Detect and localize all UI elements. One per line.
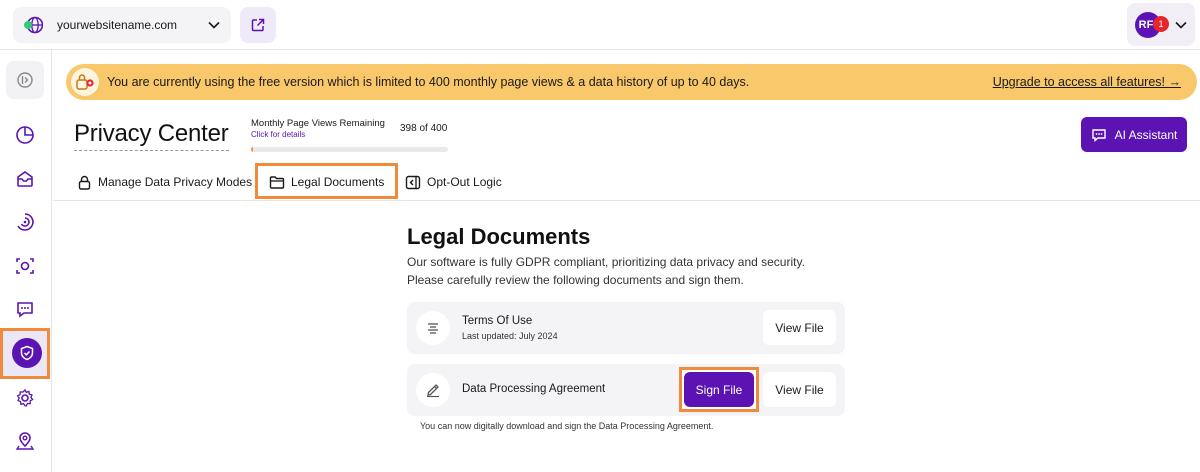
sidebar	[0, 50, 52, 472]
document-last-updated: Last updated: July 2024	[462, 331, 558, 341]
section-description: Our software is fully GDPR compliant, pr…	[407, 255, 805, 287]
settings-icon	[16, 388, 34, 407]
view-file-button[interactable]: View File	[763, 310, 836, 345]
document-title: Data Processing Agreement	[462, 383, 606, 395]
document-card-data-processing-agreement: Data Processing Agreement View File	[407, 364, 845, 416]
sidebar-item-location[interactable]	[14, 430, 36, 452]
tabs-divider	[53, 200, 1200, 201]
tab-label: Legal Documents	[291, 175, 385, 189]
inbox-icon	[17, 171, 33, 187]
sidebar-item-settings[interactable]	[14, 387, 36, 409]
tab-label: Manage Data Privacy Modes	[98, 175, 253, 189]
sidebar-item-analytics[interactable]	[14, 211, 36, 233]
website-selector[interactable]: yourwebsitename.com	[13, 7, 231, 43]
scan-icon	[16, 258, 34, 274]
collapse-icon	[17, 72, 33, 88]
opt-out-icon	[405, 175, 421, 189]
notification-badge: 1	[1153, 16, 1169, 32]
lock-icon	[78, 175, 91, 190]
sign-file-button[interactable]: Sign File	[684, 372, 754, 407]
sidebar-item-scan[interactable]	[14, 255, 36, 277]
section-title: Legal Documents	[407, 224, 591, 249]
tab-manage-data-privacy-modes[interactable]: Manage Data Privacy Modes	[77, 168, 252, 196]
upgrade-link[interactable]: Upgrade to access all features! →	[993, 75, 1181, 89]
sidebar-item-privacy[interactable]	[0, 328, 50, 379]
chat-icon	[1091, 128, 1106, 142]
sign-file-highlight: Sign File	[679, 367, 759, 412]
sidebar-item-inbox[interactable]	[14, 168, 36, 190]
user-menu[interactable]: RF 1	[1127, 3, 1195, 46]
location-icon	[15, 432, 35, 450]
sidebar-item-chat[interactable]	[14, 298, 36, 320]
banner-message: You are currently using the free version…	[107, 75, 750, 89]
page-views-details-link[interactable]: Click for details	[251, 130, 305, 139]
tab-label: Opt-Out Logic	[427, 175, 502, 189]
ai-assistant-button[interactable]: AI Assistant	[1081, 117, 1187, 152]
external-link-icon	[251, 18, 265, 32]
app-root: yourwebsitename.com RF 1 You are current…	[0, 0, 1200, 472]
free-version-banner: You are currently using the free version…	[66, 64, 1197, 100]
view-file-button[interactable]: View File	[763, 372, 836, 407]
privacy-nav-button[interactable]	[12, 338, 42, 368]
text-lines-icon	[428, 323, 438, 334]
privacy-shield-icon	[20, 345, 34, 361]
globe-icon	[24, 16, 43, 34]
document-icon-badge	[416, 373, 450, 407]
sign-note: You can now digitally download and sign …	[420, 421, 714, 431]
chat-icon	[17, 302, 33, 318]
page-views-label: Monthly Page Views Remaining	[251, 118, 385, 129]
page-views-count: 398 of 400	[400, 123, 448, 134]
open-website-button[interactable]	[240, 7, 276, 43]
chevron-down-icon	[1175, 21, 1187, 29]
page-views-progress	[251, 147, 448, 152]
analytics-icon	[17, 213, 34, 231]
ai-assistant-label: AI Assistant	[1114, 127, 1178, 142]
document-icon-badge	[416, 311, 450, 345]
sidebar-collapse-button[interactable]	[6, 61, 44, 99]
document-title: Terms Of Use	[462, 315, 533, 327]
page-title: Privacy Center	[74, 120, 229, 151]
tab-opt-out-logic[interactable]: Opt-Out Logic	[405, 168, 502, 196]
document-card-terms-of-use: Terms Of Use Last updated: July 2024 Vie…	[407, 302, 845, 354]
banner-lock-badge	[71, 68, 99, 96]
sidebar-item-dashboard[interactable]	[14, 124, 36, 146]
website-name: yourwebsitename.com	[57, 18, 178, 32]
chevron-down-icon	[208, 21, 220, 29]
folder-icon	[269, 175, 285, 189]
page-views-progress-fill	[251, 147, 253, 152]
tab-legal-documents[interactable]: Legal Documents	[269, 168, 384, 196]
pen-icon	[427, 384, 439, 398]
lock-warning-icon	[76, 74, 94, 90]
top-bar: yourwebsitename.com RF 1	[0, 0, 1200, 50]
dashboard-icon	[16, 126, 34, 144]
